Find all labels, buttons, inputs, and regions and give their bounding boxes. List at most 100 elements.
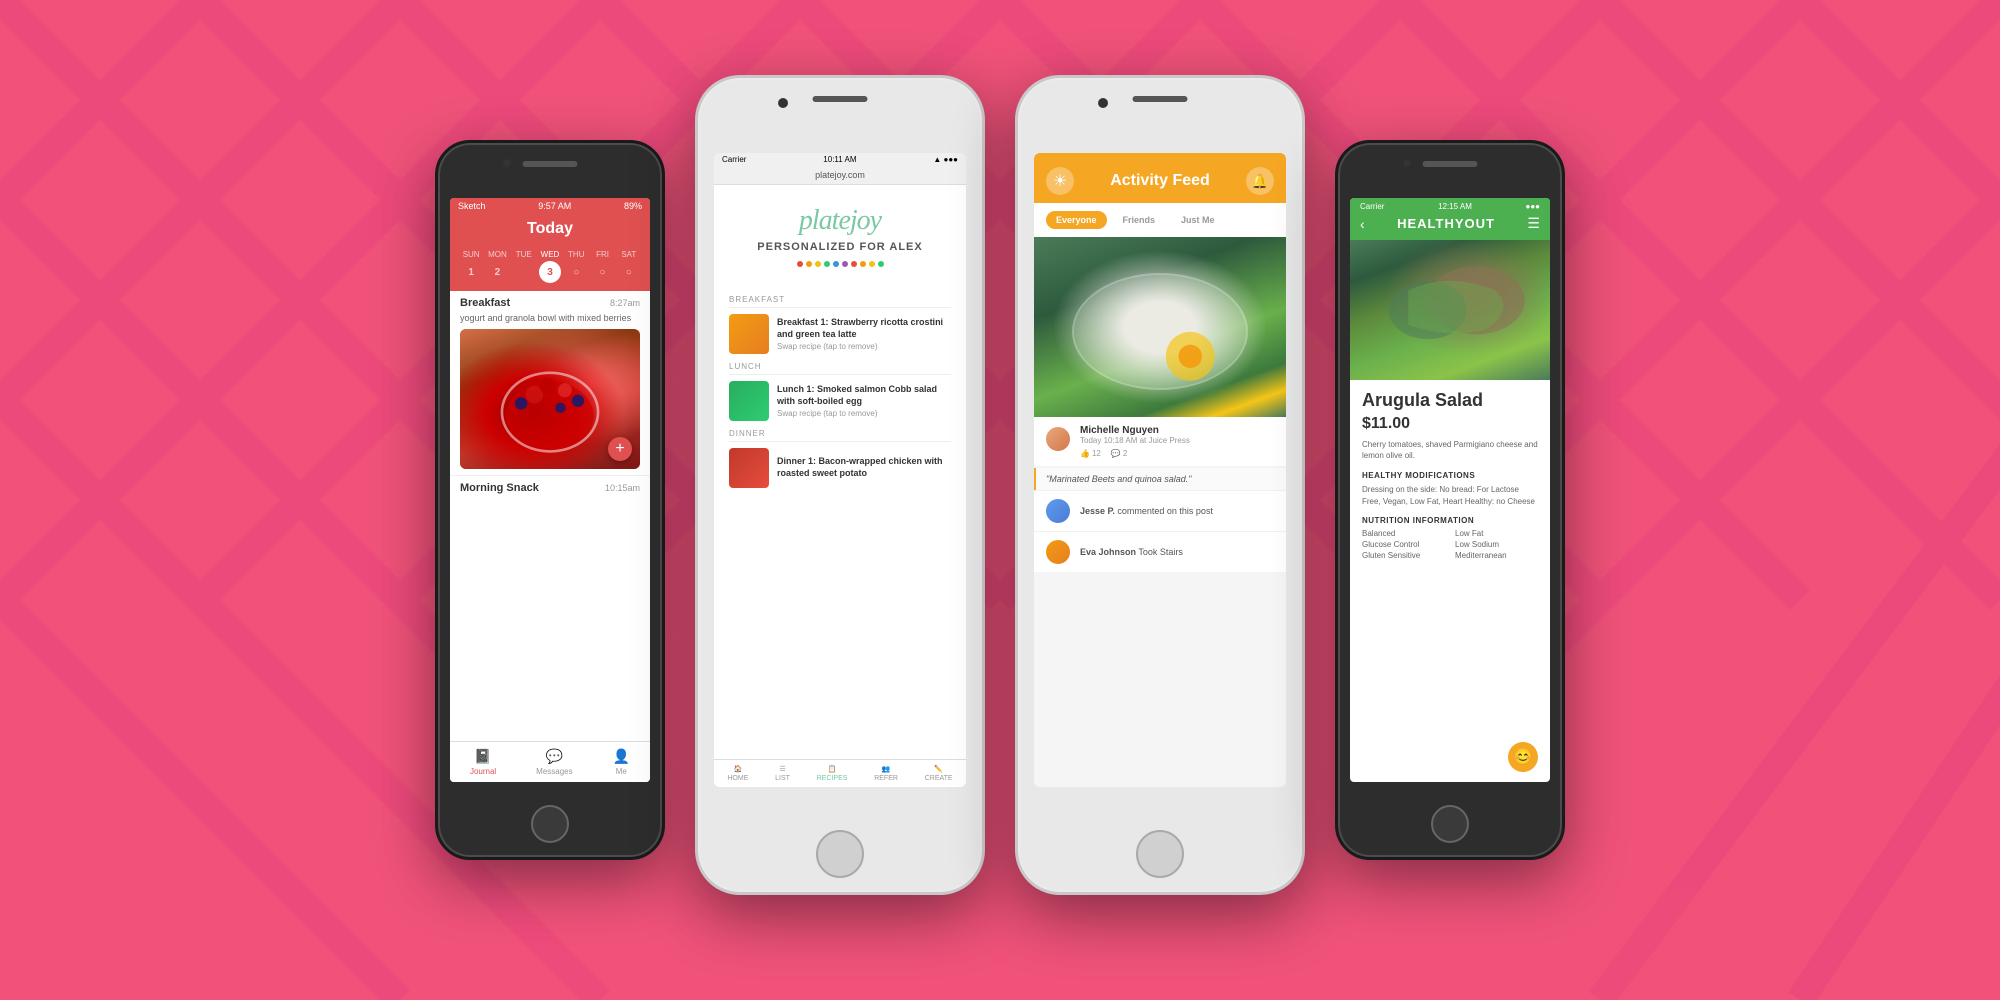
breakfast-desc: yogurt and granola bowl with mixed berri… <box>460 313 640 323</box>
sun-icon[interactable]: ☀ <box>1046 167 1074 195</box>
dinner-info: Dinner 1: Bacon-wrapped chicken with roa… <box>777 456 951 479</box>
day-wed[interactable]: WED 3 <box>539 250 561 283</box>
phone-1: Sketch 9:57 AM 89% Today SUN 1 MON <box>435 140 665 860</box>
day-num: 1 <box>460 261 482 283</box>
phone-3-screen: ☀ Activity Feed 🔔 Everyone Friends Just … <box>1034 153 1286 787</box>
day-fri[interactable]: FRI ○ <box>592 250 614 283</box>
dot-2 <box>806 261 812 267</box>
snack-header: Morning Snack 10:15am <box>460 482 640 494</box>
platejoy-logo-section: platejoy PERSONALIZED FOR ALEX <box>714 185 966 279</box>
nutrition-title: NUTRITION INFORMATION <box>1362 516 1538 525</box>
filter-just-me[interactable]: Just Me <box>1171 211 1225 229</box>
eva-activity: Eva Johnson Took Stairs <box>1080 547 1183 557</box>
phone-1-home[interactable] <box>531 805 569 843</box>
smile-badge: 😊 <box>1508 742 1538 772</box>
eva-avatar <box>1044 538 1072 566</box>
day-num <box>513 261 535 283</box>
tab-messages[interactable]: 💬 Messages <box>536 748 572 776</box>
jesse-name: Jesse P. <box>1080 506 1115 516</box>
lunch-item[interactable]: Lunch 1: Smoked salmon Cobb salad with s… <box>729 381 951 421</box>
platejoy-tab-bar: 🏠 HOME ☰ LIST 📋 RECIPES 👥 REFER <box>714 759 966 787</box>
day-tue[interactable]: TUE <box>513 250 535 283</box>
day-sat[interactable]: SAT ○ <box>618 250 640 283</box>
phone-1-speaker <box>523 161 578 167</box>
tab-create[interactable]: ✏️ CREATE <box>925 765 953 782</box>
tab-list[interactable]: ☰ LIST <box>775 765 790 782</box>
days-row[interactable]: SUN 1 MON 2 TUE WED 3 <box>450 246 650 291</box>
activity-feed-title: Activity Feed <box>1110 172 1210 190</box>
comment-action[interactable]: 💬 2 <box>1111 449 1127 458</box>
phone-4-home[interactable] <box>1431 805 1469 843</box>
jesse-avatar <box>1044 497 1072 525</box>
dot-3 <box>815 261 821 267</box>
signal-2: ▲ ●●● <box>933 155 958 164</box>
dish-price: $11.00 <box>1362 415 1538 433</box>
modifications-title: HEALTHY MODIFICATIONS <box>1362 471 1538 480</box>
jesse-activity: Jesse P. commented on this post <box>1080 506 1213 516</box>
create-icon: ✏️ <box>934 765 943 773</box>
tab-me[interactable]: 👤 Me <box>613 748 630 776</box>
dish-description: Cherry tomatoes, shaved Parmigiano chees… <box>1362 439 1538 461</box>
journal-header: Today <box>450 214 650 246</box>
nutrition-balanced: Balanced <box>1362 529 1445 538</box>
breakfast-time: 8:27am <box>610 298 640 308</box>
lunch-meal-name: Lunch 1: Smoked salmon Cobb salad with s… <box>777 384 951 407</box>
snack-title: Morning Snack <box>460 482 539 494</box>
breakfast-section: Breakfast 8:27am yogurt and granola bowl… <box>450 291 650 475</box>
phone-3-home[interactable] <box>1136 830 1184 878</box>
like-action[interactable]: 👍 12 <box>1080 449 1101 458</box>
phone-1-screen: Sketch 9:57 AM 89% Today SUN 1 MON <box>450 198 650 782</box>
lunch-thumb <box>729 381 769 421</box>
breakfast-item[interactable]: Breakfast 1: Strawberry ricotta crostini… <box>729 314 951 354</box>
activity-jesse: Jesse P. commented on this post <box>1034 490 1286 531</box>
healthyout-header: Carrier 12:15 AM ●●● ‹ HEALTHYOUT ☰ <box>1350 198 1550 240</box>
day-label: WED <box>541 250 560 259</box>
menu-icon[interactable]: ☰ <box>1527 215 1540 232</box>
day-thu[interactable]: THU ○ <box>565 250 587 283</box>
filter-everyone[interactable]: Everyone <box>1046 211 1107 229</box>
time-1: 9:57 AM <box>538 201 571 211</box>
phone-2-home[interactable] <box>816 830 864 878</box>
nutrition-grid: Balanced Low Fat Glucose Control Low Sod… <box>1362 529 1538 560</box>
dish-name: Arugula Salad <box>1362 390 1538 411</box>
browser-bar[interactable]: platejoy.com <box>714 166 966 185</box>
journal-content: Breakfast 8:27am yogurt and granola bowl… <box>450 291 650 782</box>
morning-snack-section: Morning Snack 10:15am <box>450 475 650 504</box>
tab-recipes[interactable]: 📋 RECIPES <box>817 765 848 782</box>
dinner-label: DINNER <box>729 429 951 442</box>
messages-icon: 💬 <box>546 748 563 765</box>
nutrition-mediterranean: Mediterranean <box>1455 551 1538 560</box>
back-button[interactable]: ‹ <box>1360 216 1365 232</box>
nutrition-low-fat: Low Fat <box>1455 529 1538 538</box>
tab-journal[interactable]: 📓 Journal <box>470 748 496 776</box>
post-1: Michelle Nguyen Today 10:18 AM at Juice … <box>1034 237 1286 466</box>
platejoy-dots <box>729 261 951 267</box>
day-sun[interactable]: SUN 1 <box>460 250 482 283</box>
tab-refer[interactable]: 👥 REFER <box>874 765 898 782</box>
dot-5 <box>833 261 839 267</box>
add-meal-button[interactable]: + <box>608 437 632 461</box>
tab-home[interactable]: 🏠 HOME <box>727 765 748 782</box>
dot-8 <box>860 261 866 267</box>
day-mon[interactable]: MON 2 <box>486 250 508 283</box>
filter-row: Everyone Friends Just Me <box>1034 203 1286 237</box>
platejoy-content: BREAKFAST Breakfast 1: Strawberry ricott… <box>714 279 966 759</box>
status-bar-1: Sketch 9:57 AM 89% <box>450 198 650 214</box>
comment-count: 2 <box>1123 449 1127 458</box>
day-label: SUN <box>463 250 480 259</box>
breakfast-image: + <box>460 329 640 469</box>
signal-4: ●●● <box>1525 202 1540 211</box>
michelle-avatar <box>1044 425 1072 453</box>
breakfast-header: Breakfast 8:27am <box>460 297 640 309</box>
time-4: 12:15 AM <box>1438 202 1472 211</box>
post-meta: Today 10:18 AM at Juice Press <box>1080 436 1276 445</box>
signal-carrier: Sketch <box>458 201 486 211</box>
phone-1-camera <box>503 159 511 167</box>
url-2: platejoy.com <box>815 170 865 180</box>
phone-4-speaker <box>1423 161 1478 167</box>
nutrition-gluten: Gluten Sensitive <box>1362 551 1445 560</box>
filter-friends[interactable]: Friends <box>1113 211 1166 229</box>
healthyout-title: HEALTHYOUT <box>1397 216 1495 231</box>
dinner-item[interactable]: Dinner 1: Bacon-wrapped chicken with roa… <box>729 448 951 488</box>
notification-bell-icon[interactable]: 🔔 <box>1246 167 1274 195</box>
